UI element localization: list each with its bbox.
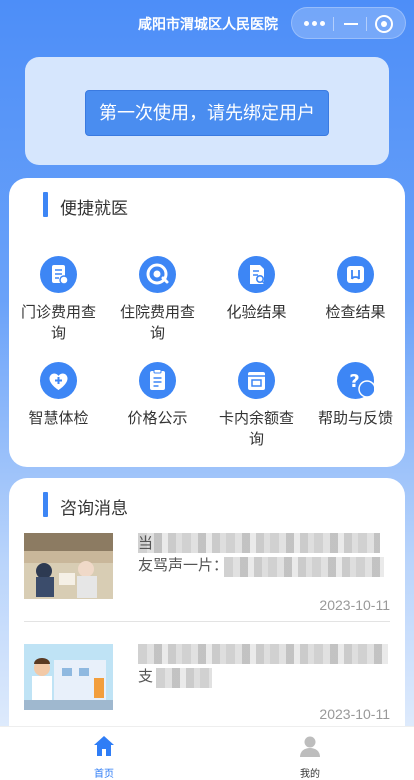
- section-title: 便捷就医: [60, 199, 128, 218]
- lab-result-icon: [238, 256, 275, 293]
- grid-label: 化验结果: [226, 304, 287, 321]
- section-accent-bar: [43, 192, 48, 217]
- inpatient-fee-icon: [139, 256, 176, 293]
- app-title: 咸阳市渭城区人民医院: [138, 16, 278, 32]
- news-title-blurred: [138, 644, 388, 664]
- news-title-prefix: 当: [138, 535, 154, 552]
- news-title-line2: 友骂声一片：: [138, 557, 229, 574]
- news-title-line2: 支: [138, 668, 154, 685]
- grid-label: 检查结果: [325, 304, 386, 321]
- capsule-divider: [333, 17, 334, 31]
- price-list-icon: [139, 362, 176, 399]
- news-thumbnail: [24, 644, 113, 710]
- more-icon[interactable]: [304, 21, 326, 27]
- close-icon[interactable]: [375, 15, 393, 33]
- bind-user-card: 第一次使用，请先绑定用户: [25, 57, 389, 165]
- top-nav-bar: 咸阳市渭城区人民医院: [0, 0, 414, 46]
- tab-label: 首页: [94, 769, 114, 780]
- section-accent-bar: [43, 492, 48, 517]
- grid-label: 价格公示: [127, 410, 188, 427]
- news-date: 2023-10-11: [319, 706, 390, 722]
- tab-mine[interactable]: 我的: [280, 727, 340, 780]
- news-item[interactable]: 支 2023-10-11: [24, 644, 390, 726]
- tab-home[interactable]: 首页: [74, 727, 134, 780]
- home-icon: [94, 736, 114, 756]
- health-check-icon: [40, 362, 77, 399]
- news-divider: [24, 621, 390, 622]
- minimize-icon[interactable]: [344, 23, 358, 25]
- tab-label: 我的: [300, 769, 320, 780]
- grid-label: 门诊费用查询: [20, 304, 96, 342]
- news-card: 咨询消息 当 友骂声一片： 2023-10-11 支 2023-10-11: [9, 478, 405, 726]
- mini-program-capsule: [291, 7, 406, 39]
- capsule-divider: [366, 17, 367, 31]
- news-thumbnail: [24, 533, 113, 599]
- bind-user-button[interactable]: 第一次使用，请先绑定用户: [85, 90, 329, 136]
- news-date: 2023-10-11: [319, 597, 390, 613]
- svg-text:?: ?: [349, 371, 359, 392]
- grid-label: 卡内余额查询: [218, 410, 294, 448]
- card-balance-icon: [238, 362, 275, 399]
- grid-label: 住院费用查询: [119, 304, 195, 342]
- help-feedback-icon: ?: [337, 362, 374, 399]
- bottom-tab-bar: 首页 我的: [0, 726, 414, 780]
- quick-services-card: 便捷就医 门诊费用查询 住院费用查询 化验结果 检查结果 智慧体检 价格公示 卡…: [9, 178, 405, 467]
- grid-label: 帮助与反馈: [317, 410, 393, 427]
- user-icon: [300, 736, 320, 757]
- outpatient-fee-icon: [40, 256, 77, 293]
- section-title: 咨询消息: [60, 499, 128, 518]
- grid-label: 智慧体检: [28, 410, 89, 427]
- news-item[interactable]: 当 友骂声一片： 2023-10-11: [24, 533, 390, 643]
- exam-result-icon: [337, 256, 374, 293]
